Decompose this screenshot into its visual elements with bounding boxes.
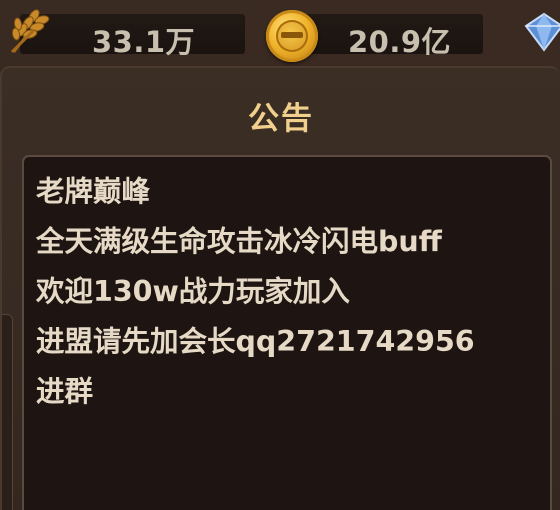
- announcement-line: 全天满级生命攻击冰冷闪电buff: [36, 225, 442, 258]
- gold-coin-icon: [266, 10, 318, 62]
- announcement-line: 进盟请先加会长qq2721742956: [36, 325, 475, 358]
- announcement-text: 老牌巅峰 全天满级生命攻击冰冷闪电buff 欢迎130w战力玩家加入 进盟请先加…: [36, 167, 536, 417]
- diamond-icon: [524, 12, 560, 52]
- game-screen: 33.1万 20.9亿 公告 老牌巅峰 全天满级生命攻击冰冷闪电buff 欢迎1…: [0, 0, 560, 510]
- announcement-line: 进群: [36, 375, 94, 408]
- wheat-amount: 33.1万: [92, 25, 196, 59]
- side-tab-strip: [2, 314, 13, 510]
- resource-bar: 33.1万 20.9亿: [0, 0, 560, 64]
- announcement-text-box: 老牌巅峰 全天满级生命攻击冰冷闪电buff 欢迎130w战力玩家加入 进盟请先加…: [22, 155, 552, 510]
- wheat-icon: [10, 9, 50, 54]
- gold-amount: 20.9亿: [348, 25, 452, 59]
- panel-title: 公告: [248, 101, 314, 137]
- announcement-line: 老牌巅峰: [36, 175, 151, 208]
- announcement-panel: 公告 老牌巅峰 全天满级生命攻击冰冷闪电buff 欢迎130w战力玩家加入 进盟…: [0, 66, 560, 510]
- announcement-line: 欢迎130w战力玩家加入: [36, 275, 350, 308]
